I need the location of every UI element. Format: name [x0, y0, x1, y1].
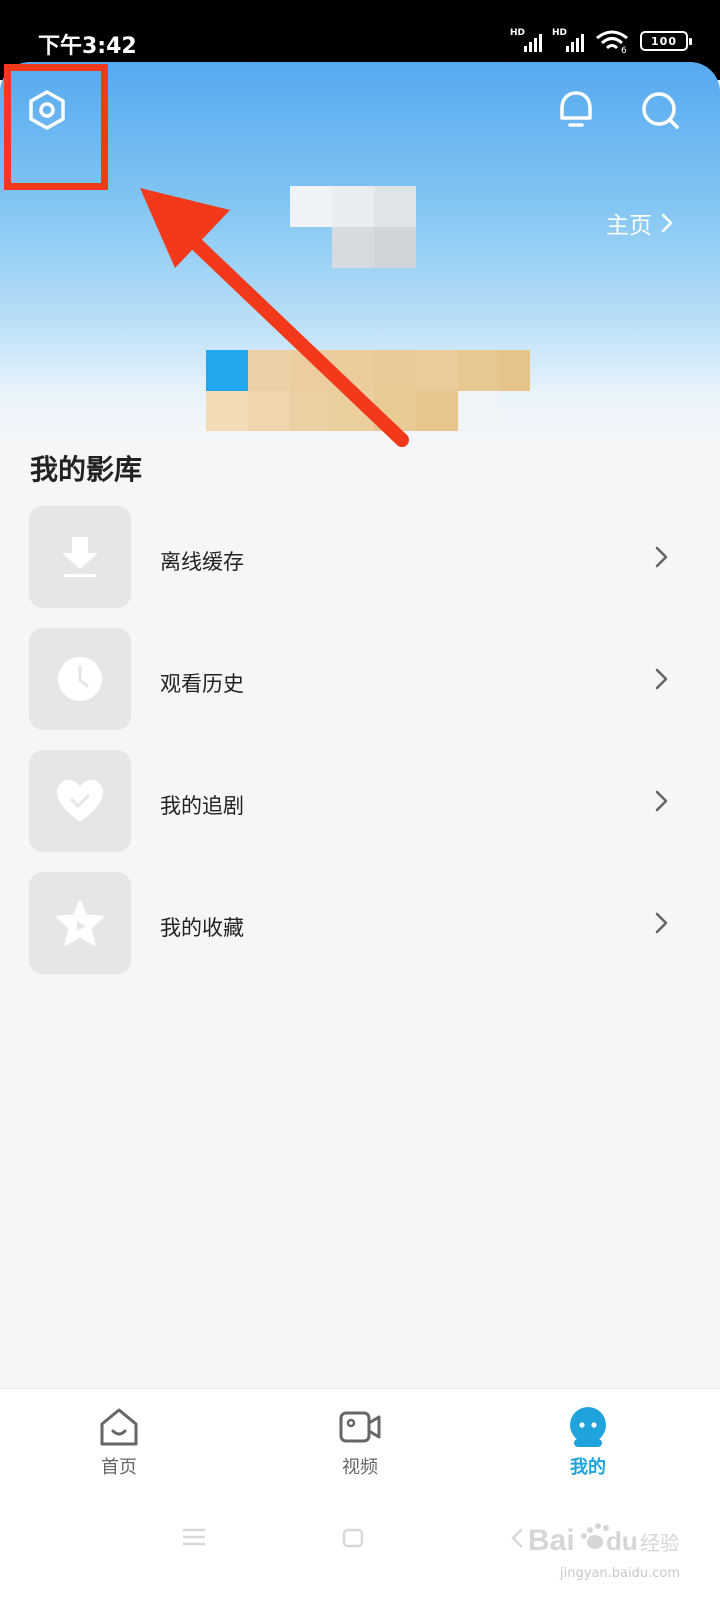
- tab-home[interactable]: 首页: [44, 1389, 194, 1489]
- watermark-site: jingyan.baidu.com: [560, 1566, 680, 1581]
- chevron-right-icon: [655, 668, 668, 690]
- library-title: 我的影库: [30, 453, 143, 486]
- back-icon[interactable]: [510, 1528, 524, 1548]
- tab-label: 我的: [570, 1457, 606, 1478]
- tab-label: 首页: [101, 1457, 137, 1478]
- list-item-label: 我的追剧: [160, 794, 244, 818]
- chevron-right-icon: [655, 546, 668, 568]
- list-item-my-series[interactable]: 我的追剧: [0, 750, 720, 852]
- list-item-label: 离线缓存: [160, 550, 244, 574]
- home-icon: [100, 1408, 138, 1446]
- baidu-watermark-logo: Bai du 经验: [528, 1523, 678, 1557]
- chevron-right-icon: [655, 790, 668, 812]
- tab-video[interactable]: 视频: [285, 1389, 435, 1489]
- list-item-offline-cache[interactable]: 离线缓存: [0, 506, 720, 608]
- list-item-favorites[interactable]: 我的收藏: [0, 872, 720, 974]
- tab-me[interactable]: 我的: [513, 1389, 663, 1489]
- list-item-watch-history[interactable]: 观看历史: [0, 628, 720, 730]
- profile-icon: [570, 1407, 606, 1447]
- star-icon: [56, 900, 104, 946]
- tab-label: 视频: [342, 1457, 378, 1478]
- video-camera-icon: [339, 1411, 381, 1443]
- heart-check-icon: [57, 780, 103, 822]
- download-icon: [62, 537, 98, 577]
- list-icon-container: [29, 506, 131, 608]
- svg-text:Bai: Bai: [528, 1524, 575, 1557]
- chevron-right-icon: [655, 912, 668, 934]
- home-button-icon[interactable]: [342, 1528, 364, 1548]
- list-icon-container: [29, 750, 131, 852]
- list-item-label: 我的收藏: [160, 916, 244, 940]
- svg-text:du: du: [606, 1526, 638, 1556]
- svg-text:经验: 经验: [640, 1531, 678, 1555]
- menu-icon[interactable]: [182, 1528, 206, 1546]
- list-icon-container: [29, 628, 131, 730]
- annotation-arrow: [140, 188, 409, 447]
- list-icon-container: [29, 872, 131, 974]
- clock-icon: [58, 657, 102, 701]
- list-item-label: 观看历史: [160, 672, 244, 696]
